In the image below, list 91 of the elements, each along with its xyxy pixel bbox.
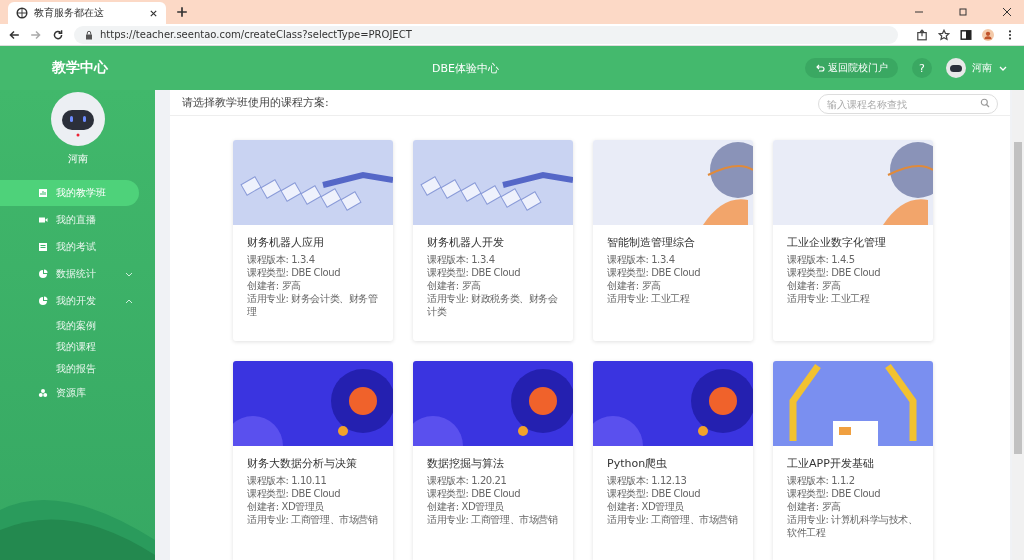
course-detail: 课程类型: DBE Cloud (427, 487, 522, 500)
course-detail: 适用专业: 财政税务类、财务会计类 (427, 292, 559, 318)
help-button[interactable]: ? (912, 58, 932, 78)
robot-avatar-icon (946, 58, 966, 78)
scrollbar[interactable] (1012, 90, 1024, 560)
course-detail: 创建者: 罗高 (787, 500, 842, 513)
course-detail: 课程版本: 1.3.4 (607, 253, 676, 266)
course-card[interactable]: 财务机器人应用 课程版本: 1.3.4 课程类型: DBE Cloud 创建者: 罗高 适用专业: 财务会计类、财务管理 (233, 140, 393, 341)
course-detail: 课程类型: DBE Cloud (247, 487, 342, 500)
globe-icon (16, 7, 28, 19)
course-detail: 适用专业: 工商管理、市场营销 (427, 513, 559, 526)
pie-chart-icon (38, 269, 48, 279)
course-title: 财务大数据分析与决策 (247, 456, 358, 471)
back-arrow-icon[interactable] (8, 28, 20, 41)
course-detail: 课程类型: DBE Cloud (427, 266, 522, 279)
course-card[interactable]: 工业企业数字化管理 课程版本: 1.4.5 课程类型: DBE Cloud 创建者: 罗高 适用专业: 工业工程 (773, 140, 933, 341)
course-detail: 创建者: XD管理员 (607, 500, 686, 513)
course-detail: 适用专业: 工业工程 (787, 292, 871, 305)
center-title: DBE体验中心 (432, 60, 500, 76)
share-icon[interactable] (916, 28, 928, 41)
course-card[interactable]: Python爬虫 课程版本: 1.12.13 课程类型: DBE Cloud 创建者: XD管理员 适用专业: 工商管理、市场营销 (593, 361, 753, 560)
search-icon[interactable] (980, 97, 990, 108)
course-detail: 课程版本: 1.20.21 (427, 474, 508, 487)
course-detail: 课程类型: DBE Cloud (607, 266, 702, 279)
new-tab-icon[interactable] (176, 6, 188, 18)
course-card[interactable]: 数据挖掘与算法 课程版本: 1.20.21 课程类型: DBE Cloud 创建者: XD管理员 适用专业: 工商管理、市场营销 (413, 361, 573, 560)
course-title: 工业APP开发基础 (787, 456, 875, 471)
course-card[interactable]: 财务机器人开发 课程版本: 1.3.4 课程类型: DBE Cloud 创建者: 罗高 适用专业: 财政税务类、财务会计类 (413, 140, 573, 341)
course-detail: 课程类型: DBE Cloud (247, 266, 342, 279)
course-title: 数据挖掘与算法 (427, 456, 505, 471)
address-bar[interactable]: https://teacher.seentao.com/createClass?selectType=PROJECT (74, 25, 898, 44)
close-icon[interactable] (149, 8, 158, 18)
app-title: 教学中心 (52, 59, 109, 77)
browser-tab[interactable]: 教育服务都在这 (8, 2, 166, 24)
course-card[interactable]: 智能制造管理综合 课程版本: 1.3.4 课程类型: DBE Cloud 创建者: 罗高 适用专业: 工业工程 (593, 140, 753, 341)
reload-icon[interactable] (52, 28, 64, 41)
pie-chart-icon (38, 296, 48, 306)
search-field[interactable]: 输入课程名称查找 (818, 94, 998, 114)
sidebar-item[interactable]: 我的开发 (0, 288, 139, 314)
circles-icon (38, 387, 48, 398)
course-detail: 课程版本: 1.10.11 (247, 474, 328, 487)
course-detail: 创建者: XD管理员 (247, 500, 326, 513)
chart-icon (38, 188, 48, 198)
course-detail: 课程版本: 1.12.13 (607, 474, 688, 487)
course-detail: 创建者: 罗高 (427, 279, 482, 292)
back-to-portal-button[interactable]: 返回院校门户 (805, 58, 898, 78)
course-detail: 适用专业: 工商管理、市场营销 (247, 513, 379, 526)
lock-icon (84, 29, 94, 40)
course-detail: 课程版本: 1.4.5 (787, 253, 856, 266)
course-detail: 课程版本: 1.3.4 (427, 253, 496, 266)
sidebar-item[interactable]: 资源库 (0, 379, 139, 406)
course-detail: 创建者: 罗高 (787, 279, 842, 292)
return-arrow-icon (815, 63, 825, 73)
sidebar-subitem[interactable]: 我的案例 (0, 315, 155, 337)
course-title: 财务机器人应用 (247, 235, 325, 250)
course-detail: 适用专业: 工商管理、市场营销 (607, 513, 739, 526)
course-title: 智能制造管理综合 (607, 235, 696, 250)
sidebar-item[interactable]: 我的直播 (0, 207, 139, 233)
course-detail: 课程版本: 1.3.4 (247, 253, 316, 266)
profile-icon[interactable] (982, 28, 994, 41)
sidebar-icon[interactable] (960, 28, 972, 41)
course-detail: 创建者: XD管理员 (427, 500, 506, 513)
close-icon[interactable] (1002, 7, 1012, 17)
sidebar-item[interactable]: 我的考试 (0, 234, 139, 260)
sidebar-item[interactable]: 我的教学班 (0, 180, 139, 206)
course-detail: 适用专业: 财务会计类、财务管理 (247, 292, 379, 318)
course-title: Python爬虫 (607, 456, 669, 471)
video-icon (38, 215, 48, 225)
course-detail: 适用专业: 计算机科学与技术、软件工程 (787, 513, 919, 539)
course-card[interactable]: 工业APP开发基础 课程版本: 1.1.2 课程类型: DBE Cloud 创建者: 罗高 适用专业: 计算机科学与技术、软件工程 (773, 361, 933, 560)
course-card[interactable]: 财务大数据分析与决策 课程版本: 1.10.11 课程类型: DBE Cloud 创建者: XD管理员 适用专业: 工商管理、市场营销 (233, 361, 393, 560)
course-detail: 课程类型: DBE Cloud (787, 487, 882, 500)
star-icon[interactable] (938, 28, 950, 41)
document-icon (38, 242, 48, 252)
sidebar-subitem[interactable]: 我的课程 (0, 336, 155, 358)
course-detail: 适用专业: 工业工程 (607, 292, 691, 305)
course-detail: 课程版本: 1.1.2 (787, 474, 856, 487)
course-detail: 课程类型: DBE Cloud (787, 266, 882, 279)
user-name[interactable]: 河南 (972, 61, 992, 75)
prompt-text: 请选择教学班使用的课程方案: (182, 95, 329, 110)
sidebar-item[interactable]: 数据统计 (0, 261, 139, 287)
course-detail: 创建者: 罗高 (607, 279, 662, 292)
user-name: 河南 (67, 152, 88, 166)
robot-avatar-icon (50, 92, 105, 146)
course-title: 财务机器人开发 (427, 235, 505, 250)
sidebar-subitem[interactable]: 我的报告 (0, 358, 155, 380)
course-title: 工业企业数字化管理 (787, 235, 887, 250)
tab-title: 教育服务都在这 (34, 6, 105, 20)
course-detail: 创建者: 罗高 (247, 279, 302, 292)
restore-icon[interactable] (958, 7, 968, 17)
course-detail: 课程类型: DBE Cloud (607, 487, 702, 500)
